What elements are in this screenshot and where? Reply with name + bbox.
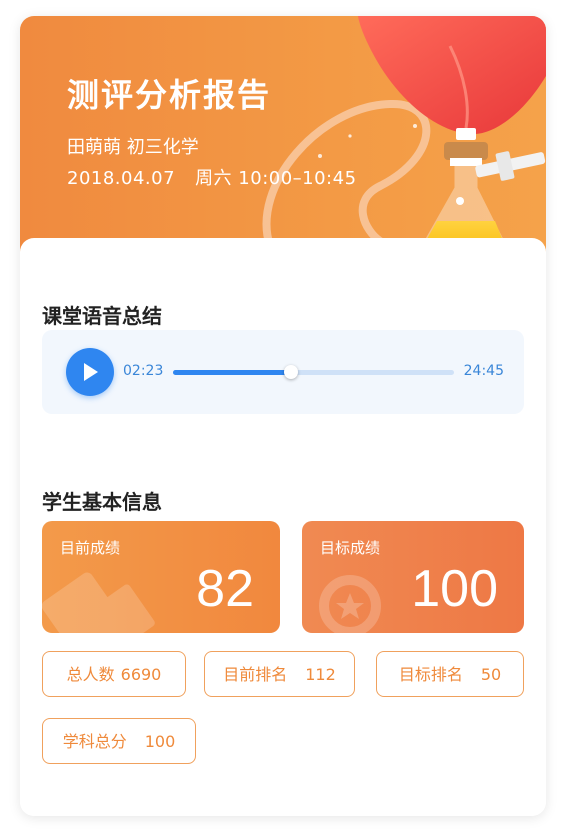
info-section-title: 学生基本信息 xyxy=(42,490,162,514)
target-score-card: 目标成绩 100 xyxy=(302,521,524,633)
target-score-value: 100 xyxy=(411,560,498,618)
current-score-value: 82 xyxy=(196,560,254,618)
chip-label: 目标排名 xyxy=(398,665,463,684)
total-students-chip: 总人数 6690 xyxy=(42,651,186,697)
chip-value: 100 xyxy=(144,732,176,751)
chip-value: 112 xyxy=(305,665,336,684)
audio-section-title: 课堂语音总结 xyxy=(42,304,162,328)
current-rank-chip: 目前排名 112 xyxy=(204,651,355,697)
report-body: 课堂语音总结 02:23 24:45 学生基本信息 目前成绩 82 目标成绩 1… xyxy=(20,238,546,816)
chip-label: 学科总分 xyxy=(62,732,127,751)
target-rank-chip: 目标排名 50 xyxy=(376,651,524,697)
current-score-label: 目前成绩 xyxy=(60,539,121,557)
chip-value: 50 xyxy=(480,665,502,684)
audio-progress-knob[interactable] xyxy=(284,365,299,379)
current-score-card: 目前成绩 82 xyxy=(42,521,280,633)
chip-value: 6690 xyxy=(120,665,162,684)
audio-progress-bar[interactable] xyxy=(173,365,454,379)
current-time: 02:23 xyxy=(123,363,164,379)
audio-progress-fill xyxy=(173,370,292,375)
audio-player: 02:23 24:45 xyxy=(42,330,524,414)
report-card: 测评分析报告 田萌萌 初三化学 2018.04.07 周六 10:00–10:45… xyxy=(20,16,546,816)
chip-label: 总人数 xyxy=(66,665,115,684)
class-date: 2018.04.07 xyxy=(67,168,176,189)
subject-total-chip: 学科总分 100 xyxy=(42,718,196,764)
class-time: 周六 10:00–10:45 xyxy=(195,168,357,189)
class-datetime: 2018.04.07 周六 10:00–10:45 xyxy=(67,164,357,190)
report-header: 测评分析报告 田萌萌 初三化学 2018.04.07 周六 10:00–10:45 xyxy=(20,16,546,266)
target-score-label: 目标成绩 xyxy=(320,539,381,557)
student-course: 田萌萌 初三化学 xyxy=(67,137,199,158)
play-icon xyxy=(84,363,98,381)
play-button[interactable] xyxy=(66,348,114,396)
chip-label: 目前排名 xyxy=(223,665,288,684)
page-title: 测评分析报告 xyxy=(67,76,272,114)
total-time: 24:45 xyxy=(463,363,504,379)
